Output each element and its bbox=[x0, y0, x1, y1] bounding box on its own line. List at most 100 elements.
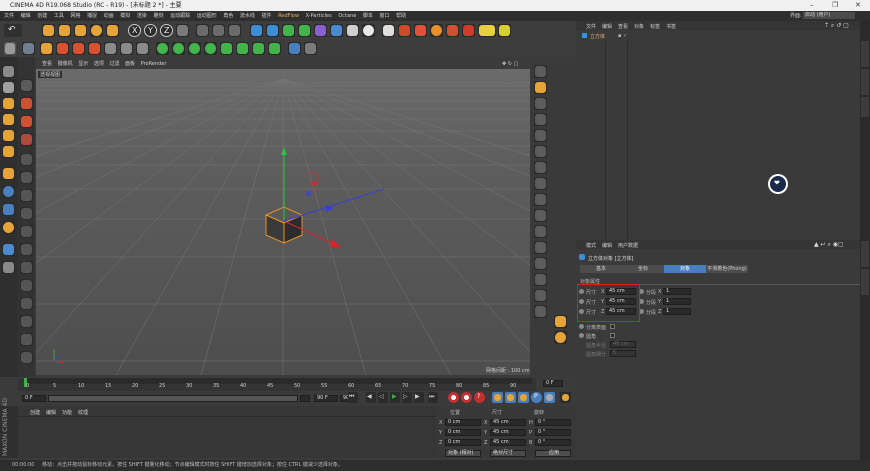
uv-mode-button[interactable] bbox=[2, 145, 15, 158]
side-tool-2[interactable] bbox=[534, 81, 547, 94]
arrow-down-button[interactable] bbox=[446, 24, 459, 37]
side-tab-objects[interactable] bbox=[861, 41, 869, 67]
weld-tool-button[interactable] bbox=[20, 207, 33, 220]
side-tab-layers[interactable] bbox=[861, 269, 869, 295]
soft-selection-button[interactable] bbox=[2, 203, 15, 216]
mirror-tool-button[interactable] bbox=[20, 261, 33, 274]
side-tab-content-browser[interactable] bbox=[861, 69, 869, 95]
menu-redflow[interactable]: RedFlow bbox=[278, 13, 299, 19]
goto-end-button[interactable]: ⏭ bbox=[428, 392, 438, 403]
pos-y-field[interactable]: 0 cm bbox=[445, 429, 481, 436]
fillet-checkbox[interactable] bbox=[610, 333, 615, 338]
current-frame-field[interactable]: 0 F bbox=[543, 380, 563, 387]
side-tool-9[interactable] bbox=[534, 193, 547, 206]
side-tool-12[interactable] bbox=[534, 241, 547, 254]
side-tool-1[interactable] bbox=[534, 65, 547, 78]
om-nav-icons[interactable]: ⇡ ⌕ ↺ ▢ bbox=[824, 22, 849, 30]
perspective-viewport[interactable]: 透视视图 网格间距 : 100 cm bbox=[36, 69, 530, 375]
stitch-tool-button[interactable] bbox=[20, 225, 33, 238]
object-row-cube[interactable]: 立方体 ▪ ✓ bbox=[578, 33, 860, 40]
xpresso-button[interactable] bbox=[304, 42, 317, 55]
cube-button[interactable] bbox=[250, 24, 263, 37]
redflow-button[interactable] bbox=[398, 24, 411, 37]
jb-button[interactable] bbox=[498, 24, 511, 37]
size-mode-dropdown[interactable]: 绝对尺寸 bbox=[490, 450, 526, 457]
redflow-export-button[interactable] bbox=[414, 24, 427, 37]
menu-window[interactable]: 窗口 bbox=[379, 13, 389, 19]
extrude-tool-button[interactable] bbox=[20, 153, 33, 166]
points-mode-button[interactable] bbox=[104, 42, 117, 55]
visibility-dots-icon[interactable]: ▪ ✓ bbox=[618, 33, 627, 39]
next-key-button[interactable]: ▶ bbox=[414, 392, 424, 403]
size-y-field[interactable]: 45 cm bbox=[490, 429, 526, 436]
play-button[interactable]: ▶ bbox=[390, 392, 400, 403]
close-icon[interactable]: ✕ bbox=[855, 0, 861, 11]
move-key-button[interactable] bbox=[492, 392, 503, 403]
om-menu-objects[interactable]: 对象 bbox=[634, 23, 644, 30]
fillet-radius-input[interactable]: 40 cm bbox=[610, 341, 636, 348]
object-mode-button[interactable] bbox=[2, 129, 15, 142]
menu-octane[interactable]: Octane bbox=[338, 13, 356, 19]
add-tool-button[interactable] bbox=[106, 24, 119, 37]
menu-mesh[interactable]: 网格 bbox=[70, 13, 80, 19]
menu-character[interactable]: 角色 bbox=[223, 13, 233, 19]
coordinate-system-button[interactable] bbox=[176, 24, 189, 37]
spline-button[interactable] bbox=[220, 42, 233, 55]
side-tool-6[interactable] bbox=[534, 145, 547, 158]
om-menu-file[interactable]: 文件 bbox=[586, 23, 596, 30]
texture-mode-button[interactable] bbox=[40, 42, 53, 55]
rotate-key-button[interactable] bbox=[518, 392, 529, 403]
material-menu-function[interactable]: 功能 bbox=[62, 409, 72, 416]
am-menu-userdata[interactable]: 用户数据 bbox=[618, 242, 638, 249]
array-button[interactable] bbox=[298, 24, 311, 37]
lock-workplane-button[interactable] bbox=[2, 221, 15, 234]
z-axis-button[interactable]: Z bbox=[160, 24, 173, 37]
layout-grid-button[interactable] bbox=[2, 261, 15, 274]
viewport-menu-options[interactable]: 选项 bbox=[94, 61, 104, 67]
snap-toggle-button[interactable] bbox=[2, 185, 15, 198]
minimize-icon[interactable]: – bbox=[810, 0, 814, 11]
light-button[interactable] bbox=[362, 24, 375, 37]
segments-y-input[interactable]: 1 bbox=[663, 298, 691, 305]
separate-surfaces-checkbox[interactable] bbox=[610, 324, 615, 329]
torus-button[interactable] bbox=[188, 42, 201, 55]
rot-p-field[interactable]: 0 ° bbox=[535, 429, 571, 436]
viewport-menu-prorender[interactable]: ProRender bbox=[141, 61, 167, 67]
side-tool-3[interactable] bbox=[534, 97, 547, 110]
select-tool-button[interactable] bbox=[20, 79, 33, 92]
camera-button[interactable] bbox=[346, 24, 359, 37]
autokey-button[interactable] bbox=[461, 392, 472, 403]
helix-button[interactable] bbox=[252, 42, 265, 55]
om-menu-tags[interactable]: 标签 bbox=[650, 23, 660, 30]
psr-button[interactable] bbox=[478, 24, 496, 37]
selection-tool-button[interactable] bbox=[42, 24, 55, 37]
keyframe-dot-icon[interactable] bbox=[579, 333, 584, 338]
viewport-menu-cameras[interactable]: 摄像机 bbox=[58, 61, 73, 67]
model-mode-button[interactable] bbox=[4, 42, 16, 55]
pos-z-field[interactable]: 0 cm bbox=[445, 439, 481, 446]
sculpt-button[interactable] bbox=[2, 167, 15, 180]
timeline[interactable]: 0 5 10 15 20 25 30 35 40 45 50 55 60 65 … bbox=[18, 378, 536, 391]
split-tool-button[interactable] bbox=[20, 351, 33, 364]
render-view-button[interactable] bbox=[196, 24, 209, 37]
deformer-button[interactable] bbox=[314, 24, 327, 37]
side-tool-10[interactable] bbox=[534, 209, 547, 222]
render-settings-button[interactable] bbox=[228, 24, 241, 37]
undo-button[interactable]: ↶ bbox=[4, 24, 22, 37]
dissolve-tool-button[interactable] bbox=[20, 243, 33, 256]
menu-snap[interactable]: 捕捉 bbox=[87, 13, 97, 19]
axis-tool-button[interactable] bbox=[88, 42, 101, 55]
menu-tools[interactable]: 工具 bbox=[54, 13, 64, 19]
record-button[interactable] bbox=[448, 392, 459, 403]
menu-sculpt[interactable]: 雕刻 bbox=[153, 13, 163, 19]
rot-b-field[interactable]: 0 ° bbox=[535, 439, 571, 446]
y-axis-button[interactable]: Y bbox=[144, 24, 157, 37]
move-tool-button[interactable] bbox=[58, 24, 71, 37]
edges-mode-button[interactable] bbox=[120, 42, 133, 55]
cone-button[interactable] bbox=[204, 42, 217, 55]
menu-help[interactable]: 帮助 bbox=[396, 13, 406, 19]
workplane-button[interactable] bbox=[22, 42, 35, 55]
knife-tool-button[interactable] bbox=[20, 97, 33, 110]
iron-tool-button[interactable] bbox=[20, 279, 33, 292]
grid-button[interactable] bbox=[2, 243, 15, 256]
